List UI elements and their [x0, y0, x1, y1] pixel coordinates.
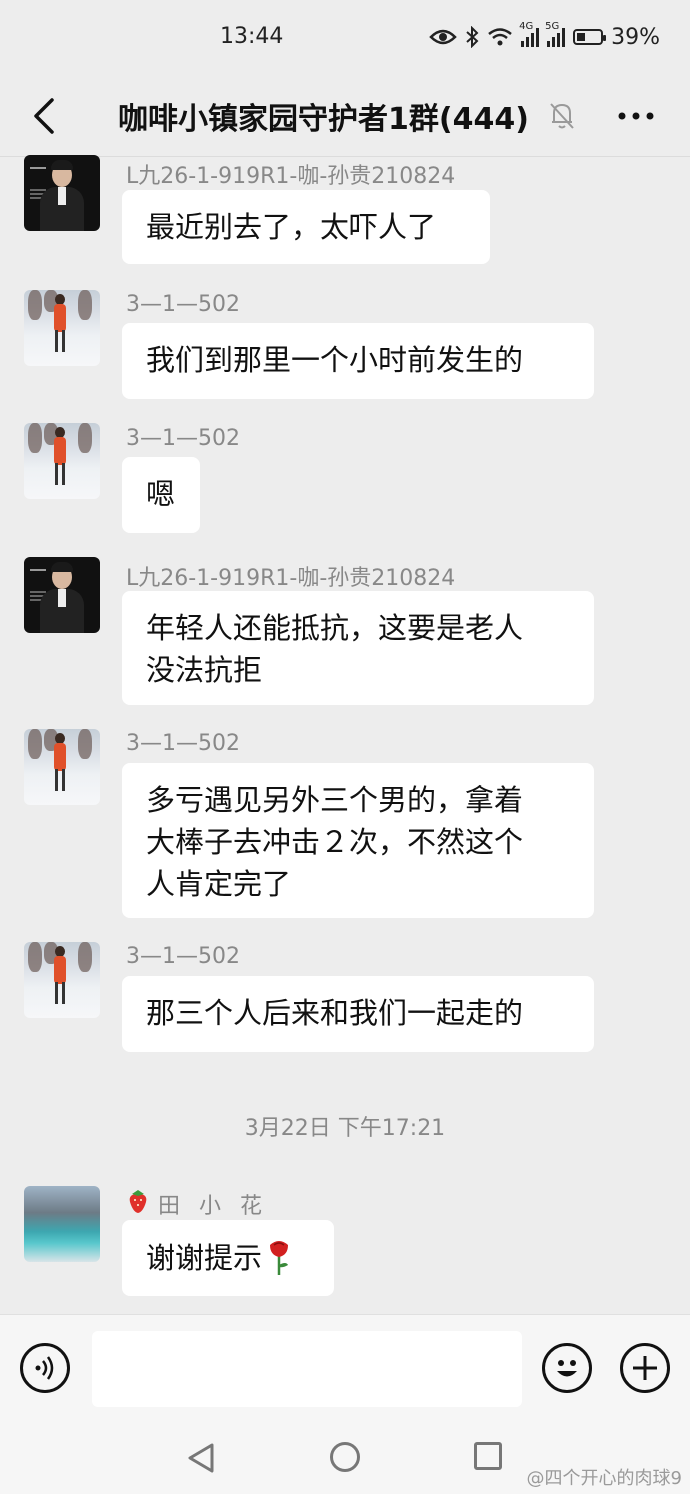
sender-name: 3—1—502 — [126, 292, 240, 317]
avatar[interactable] — [24, 942, 100, 1018]
avatar[interactable] — [24, 557, 100, 633]
message-bubble[interactable]: 那三个人后来和我们一起走的 — [122, 976, 594, 1052]
chat-title: 咖啡小镇家园守护者1群(444) — [118, 102, 529, 137]
chat-input-bar — [0, 1314, 690, 1415]
message-bubble[interactable]: 多亏遇见另外三个男的，拿着 大棒子去冲击２次，不然这个 人肯定完了 — [122, 763, 594, 918]
message-line: 大棒子去冲击２次，不然这个 — [146, 825, 524, 859]
voice-input-icon[interactable] — [20, 1343, 70, 1393]
sender-name: 3—1—502 — [126, 731, 240, 756]
message-bubble[interactable]: 年轻人还能抵抗，这要是老人 没法抗拒 — [122, 591, 594, 705]
bluetooth-icon — [466, 26, 479, 48]
eye-icon — [429, 29, 457, 45]
battery-icon — [573, 29, 607, 45]
watermark: @四个开心的肉球9 — [526, 1468, 682, 1489]
avatar[interactable] — [24, 155, 100, 231]
signal-5g-icon: 5G — [545, 21, 566, 47]
nav-back-icon[interactable] — [186, 1442, 216, 1474]
back-arrow-icon[interactable] — [30, 94, 70, 138]
battery-percent: 39% — [611, 24, 660, 50]
sender-name: 3—1—502 — [126, 944, 240, 969]
signal-4g-icon: 4G — [519, 21, 540, 47]
message-text: 谢谢提示 — [146, 1241, 263, 1275]
sender-name: 田 小 花 — [158, 1194, 268, 1219]
emoji-icon[interactable] — [542, 1343, 592, 1393]
chat-timestamp: 3月22日 下午17:21 — [244, 1116, 446, 1141]
rose-icon — [270, 1241, 289, 1275]
message-line: 人肯定完了 — [146, 867, 292, 901]
avatar[interactable] — [24, 423, 100, 499]
chat-header: 咖啡小镇家园守护者1群(444) — [0, 78, 690, 157]
sender-name: L九26-1-919R1-咖-孙贵210824 — [126, 164, 456, 189]
status-icons: 4G 5G 39% — [429, 21, 660, 52]
wifi-icon — [488, 28, 512, 46]
message-bubble[interactable]: 最近别去了，太吓人了 — [122, 190, 490, 264]
message-bubble[interactable]: 谢谢提示 — [122, 1220, 334, 1296]
avatar[interactable] — [24, 729, 100, 805]
mute-bell-icon — [550, 103, 574, 129]
more-options-icon[interactable] — [616, 98, 656, 134]
avatar[interactable] — [24, 1186, 100, 1262]
sender-name: L九26-1-919R1-咖-孙贵210824 — [126, 566, 456, 591]
add-attachment-icon[interactable] — [620, 1343, 670, 1393]
system-nav-bar: @四个开心的肉球9 — [0, 1414, 690, 1494]
nav-home-icon[interactable] — [330, 1442, 360, 1472]
message-input[interactable] — [92, 1331, 522, 1407]
message-line: 年轻人还能抵抗，这要是老人 — [146, 611, 524, 645]
message-line: 多亏遇见另外三个男的，拿着 — [146, 783, 524, 817]
avatar[interactable] — [24, 290, 100, 366]
status-time: 13:44 — [220, 24, 284, 49]
strawberry-icon — [126, 1188, 150, 1218]
message-line: 没法抗拒 — [146, 653, 263, 687]
nav-recents-icon[interactable] — [474, 1442, 502, 1470]
message-bubble[interactable]: 嗯 — [122, 457, 200, 533]
status-bar: 13:44 4G 5G 39% — [0, 0, 690, 78]
message-bubble[interactable]: 我们到那里一个小时前发生的 — [122, 323, 594, 399]
sender-name: 3—1—502 — [126, 426, 240, 451]
